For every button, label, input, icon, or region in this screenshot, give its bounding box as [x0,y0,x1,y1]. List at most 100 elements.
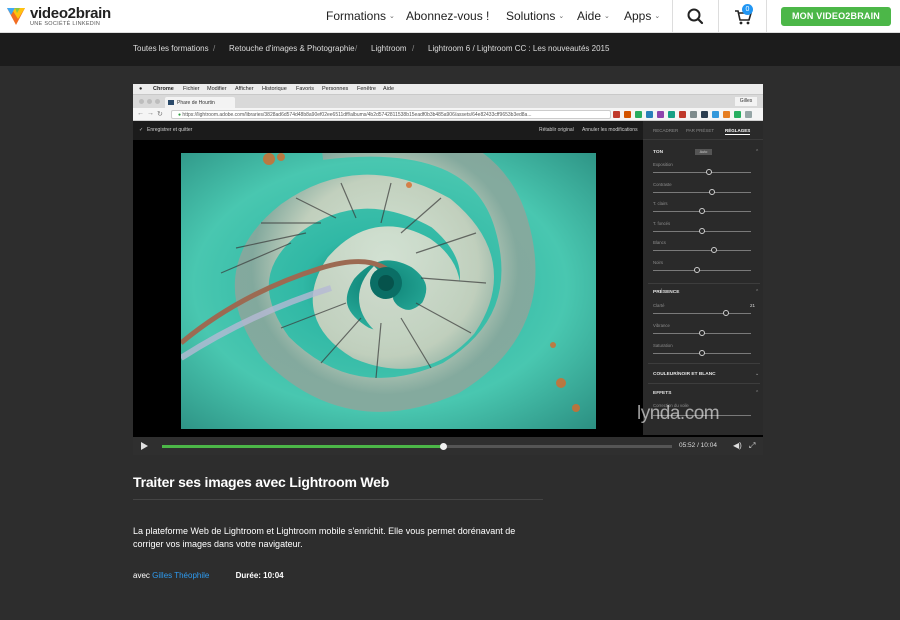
extension-icon [701,111,708,118]
search-icon [687,8,704,25]
window-minimize-dot [147,99,152,104]
slider-handle [699,350,705,356]
course-description: La plateforme Web de Lightroom et Lightr… [133,526,516,549]
apple-icon: ● [139,86,143,92]
window-close-dot [139,99,144,104]
chevron-up-icon: ⌃ [755,289,760,295]
slider-handle [699,330,705,336]
check-icon: ✓ [139,127,144,133]
back-icon: ← [137,110,144,117]
cancel-changes: Annuler les modifications [582,127,638,133]
lynda-watermark: lynda.com [637,403,720,424]
extension-icon [745,111,752,118]
menu-item: Favoris [296,86,315,92]
cart-count-badge: 0 [742,4,753,15]
breadcrumb-item[interactable]: Lightroom [371,44,407,53]
volume-icon[interactable]: ◀) [733,441,742,450]
extension-icon [657,111,664,118]
menu-item: Historique [262,86,287,92]
slider-label: Blancs [653,240,666,245]
breadcrumb-item-current[interactable]: Lightroom 6 / Lightroom CC : Les nouveau… [428,44,609,53]
nav-label: Abonnez-vous ! [406,9,490,23]
breadcrumb-item[interactable]: Toutes les formations [133,44,209,53]
browser-tab: Phare de Hourtin [165,97,235,108]
slider-handle [708,188,715,195]
mac-menubar: ● Chrome Fichier Modifier Afficher Histo… [133,84,763,95]
menu-item: Afficher [235,86,254,92]
extension-icon [679,111,686,118]
play-icon[interactable] [141,442,148,450]
tab-presets: PAR PRÉSET [686,128,715,133]
author-link[interactable]: Gilles Théophile [152,571,209,580]
favicon-icon [168,100,174,105]
panel-tabs: RECADRER PAR PRÉSET RÉGLAGES [643,121,763,140]
nav-apps[interactable]: Apps ⌄ [624,9,660,23]
extension-icon [668,111,675,118]
my-account-button[interactable]: MON VIDEO2BRAIN [781,7,891,26]
tab-adjustments: RÉGLAGES [725,128,751,135]
slider-value: 21 [750,303,756,308]
divider [648,283,760,284]
breadcrumb-separator: / [213,44,216,53]
section-ton: TON [653,150,664,155]
extension-icon [624,111,631,118]
slider-track [653,269,751,271]
breadcrumb-item[interactable]: Retouche d'images & Photographie [229,44,355,53]
reset-original: Rétablir original [539,127,574,133]
slider-label: Noirs [653,259,664,265]
url-text: https://lightroom.adobe.com/libraries/38… [182,112,532,118]
browser-tabbar: Phare de Hourtin Gilles [133,95,763,108]
course-meta: avec Gilles Théophile Durée: 10:04 [133,571,284,580]
slider-handle [705,169,712,175]
brand-subtitle: UNE SOCIÉTÉ LINKEDIN [30,21,101,27]
reload-icon: ↻ [157,111,163,118]
search-button[interactable] [673,0,717,33]
extension-icon [613,111,620,118]
lightroom-toolbar: ✓ Enregistrer et quitter Rétablir origin… [133,121,643,140]
slider-label: Exposition [653,162,673,167]
slider-track [653,313,751,314]
slider-handle [710,247,717,253]
save-and-quit: Enregistrer et quitter [147,127,193,133]
browser-addressbar: ← → ↻ ● https://lightroom.adobe.com/libr… [133,108,763,121]
nav-label: Solutions [506,9,556,23]
extension-icon [646,111,653,118]
forward-icon: → [147,110,154,117]
video-player[interactable]: ● Chrome Fichier Modifier Afficher Histo… [133,84,763,455]
section-presence: PRÉSENCE [653,290,680,295]
fullscreen-icon[interactable]: ⤢ [749,441,755,451]
slider-handle [694,266,701,273]
nav-formations[interactable]: Formations ⌄ [326,9,395,23]
slider-label: T. clairs [653,201,668,206]
menu-item: Chrome [153,86,174,92]
menu-item: Aide [383,86,395,92]
menu-item: Personnes [322,86,349,92]
extension-icon [635,111,642,118]
progress-handle[interactable] [439,443,447,450]
tab-crop: RECADRER [653,128,679,133]
extension-icon [712,111,719,118]
top-navigation: video2brain UNE SOCIÉTÉ LINKEDIN Formati… [0,0,900,33]
chevron-down-icon: ⌄ [604,13,610,20]
slider-label: Vibrance [653,323,670,328]
breadcrumb: Toutes les formations / Retouche d'image… [0,33,900,66]
nav-abonnez-vous[interactable]: Abonnez-vous ! [406,9,489,23]
course-title: Traiter ses images avec Lightroom Web [133,474,390,490]
menu-item: Modifier [207,86,227,92]
chevron-up-icon: ⌃ [755,149,760,155]
lock-icon: ● [178,112,182,118]
extension-icon [690,111,697,118]
url-field: ● https://lightroom.adobe.com/libraries/… [171,110,611,119]
slider-label: Clarté [653,303,665,308]
section-effects: EFFETS [653,391,672,396]
slider-label: Contraste [653,181,672,187]
chevron-down-icon: ⌄ [654,13,661,20]
extension-icon [723,111,730,118]
nav-aide[interactable]: Aide ⌄ [577,9,610,23]
nav-solutions[interactable]: Solutions ⌄ [506,9,564,23]
player-controls: 05:52 / 10:04 ◀) ⤢ [133,437,763,455]
section-color-bw: COULEUR/NOIR ET BLANC [653,372,716,377]
chevron-up-icon: ⌃ [755,390,760,396]
progress-bar[interactable] [162,443,672,450]
logo[interactable]: video2brain UNE SOCIÉTÉ LINKEDIN [6,5,116,29]
